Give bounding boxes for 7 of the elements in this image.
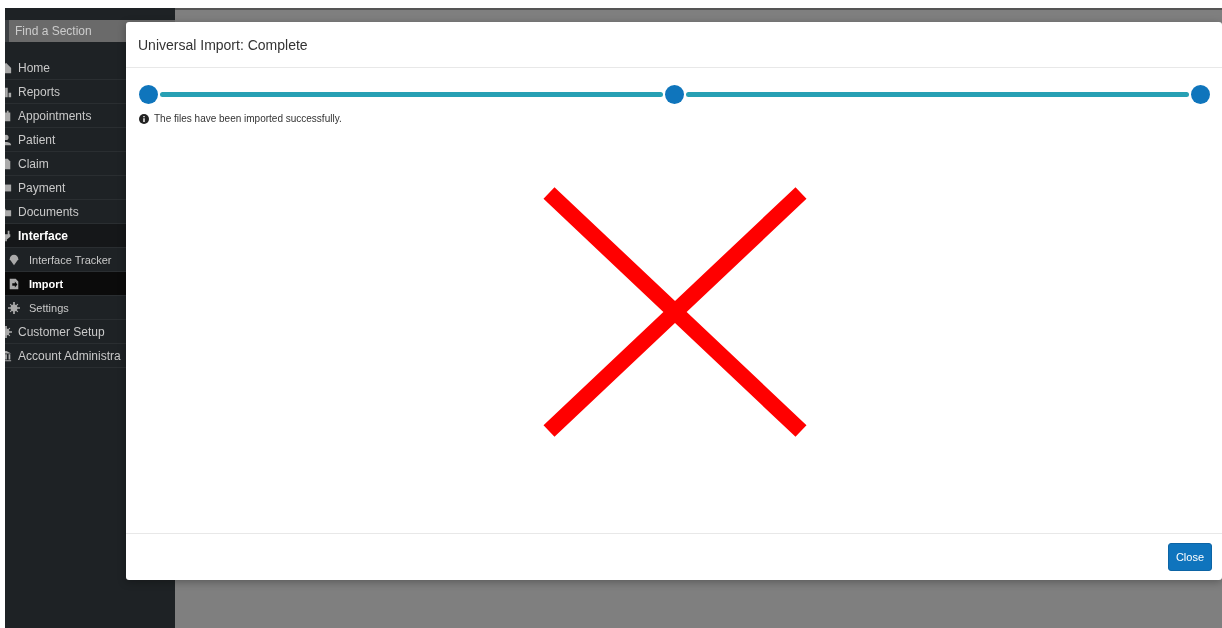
dialog-title: Universal Import: Complete xyxy=(126,22,1222,68)
file-arrow-icon xyxy=(8,277,20,290)
close-button[interactable]: Close xyxy=(1167,543,1212,571)
pin-icon xyxy=(8,253,20,266)
gear-icon xyxy=(8,301,20,314)
info-icon xyxy=(139,113,149,124)
status-message: The files have been imported successfully. xyxy=(154,113,342,124)
